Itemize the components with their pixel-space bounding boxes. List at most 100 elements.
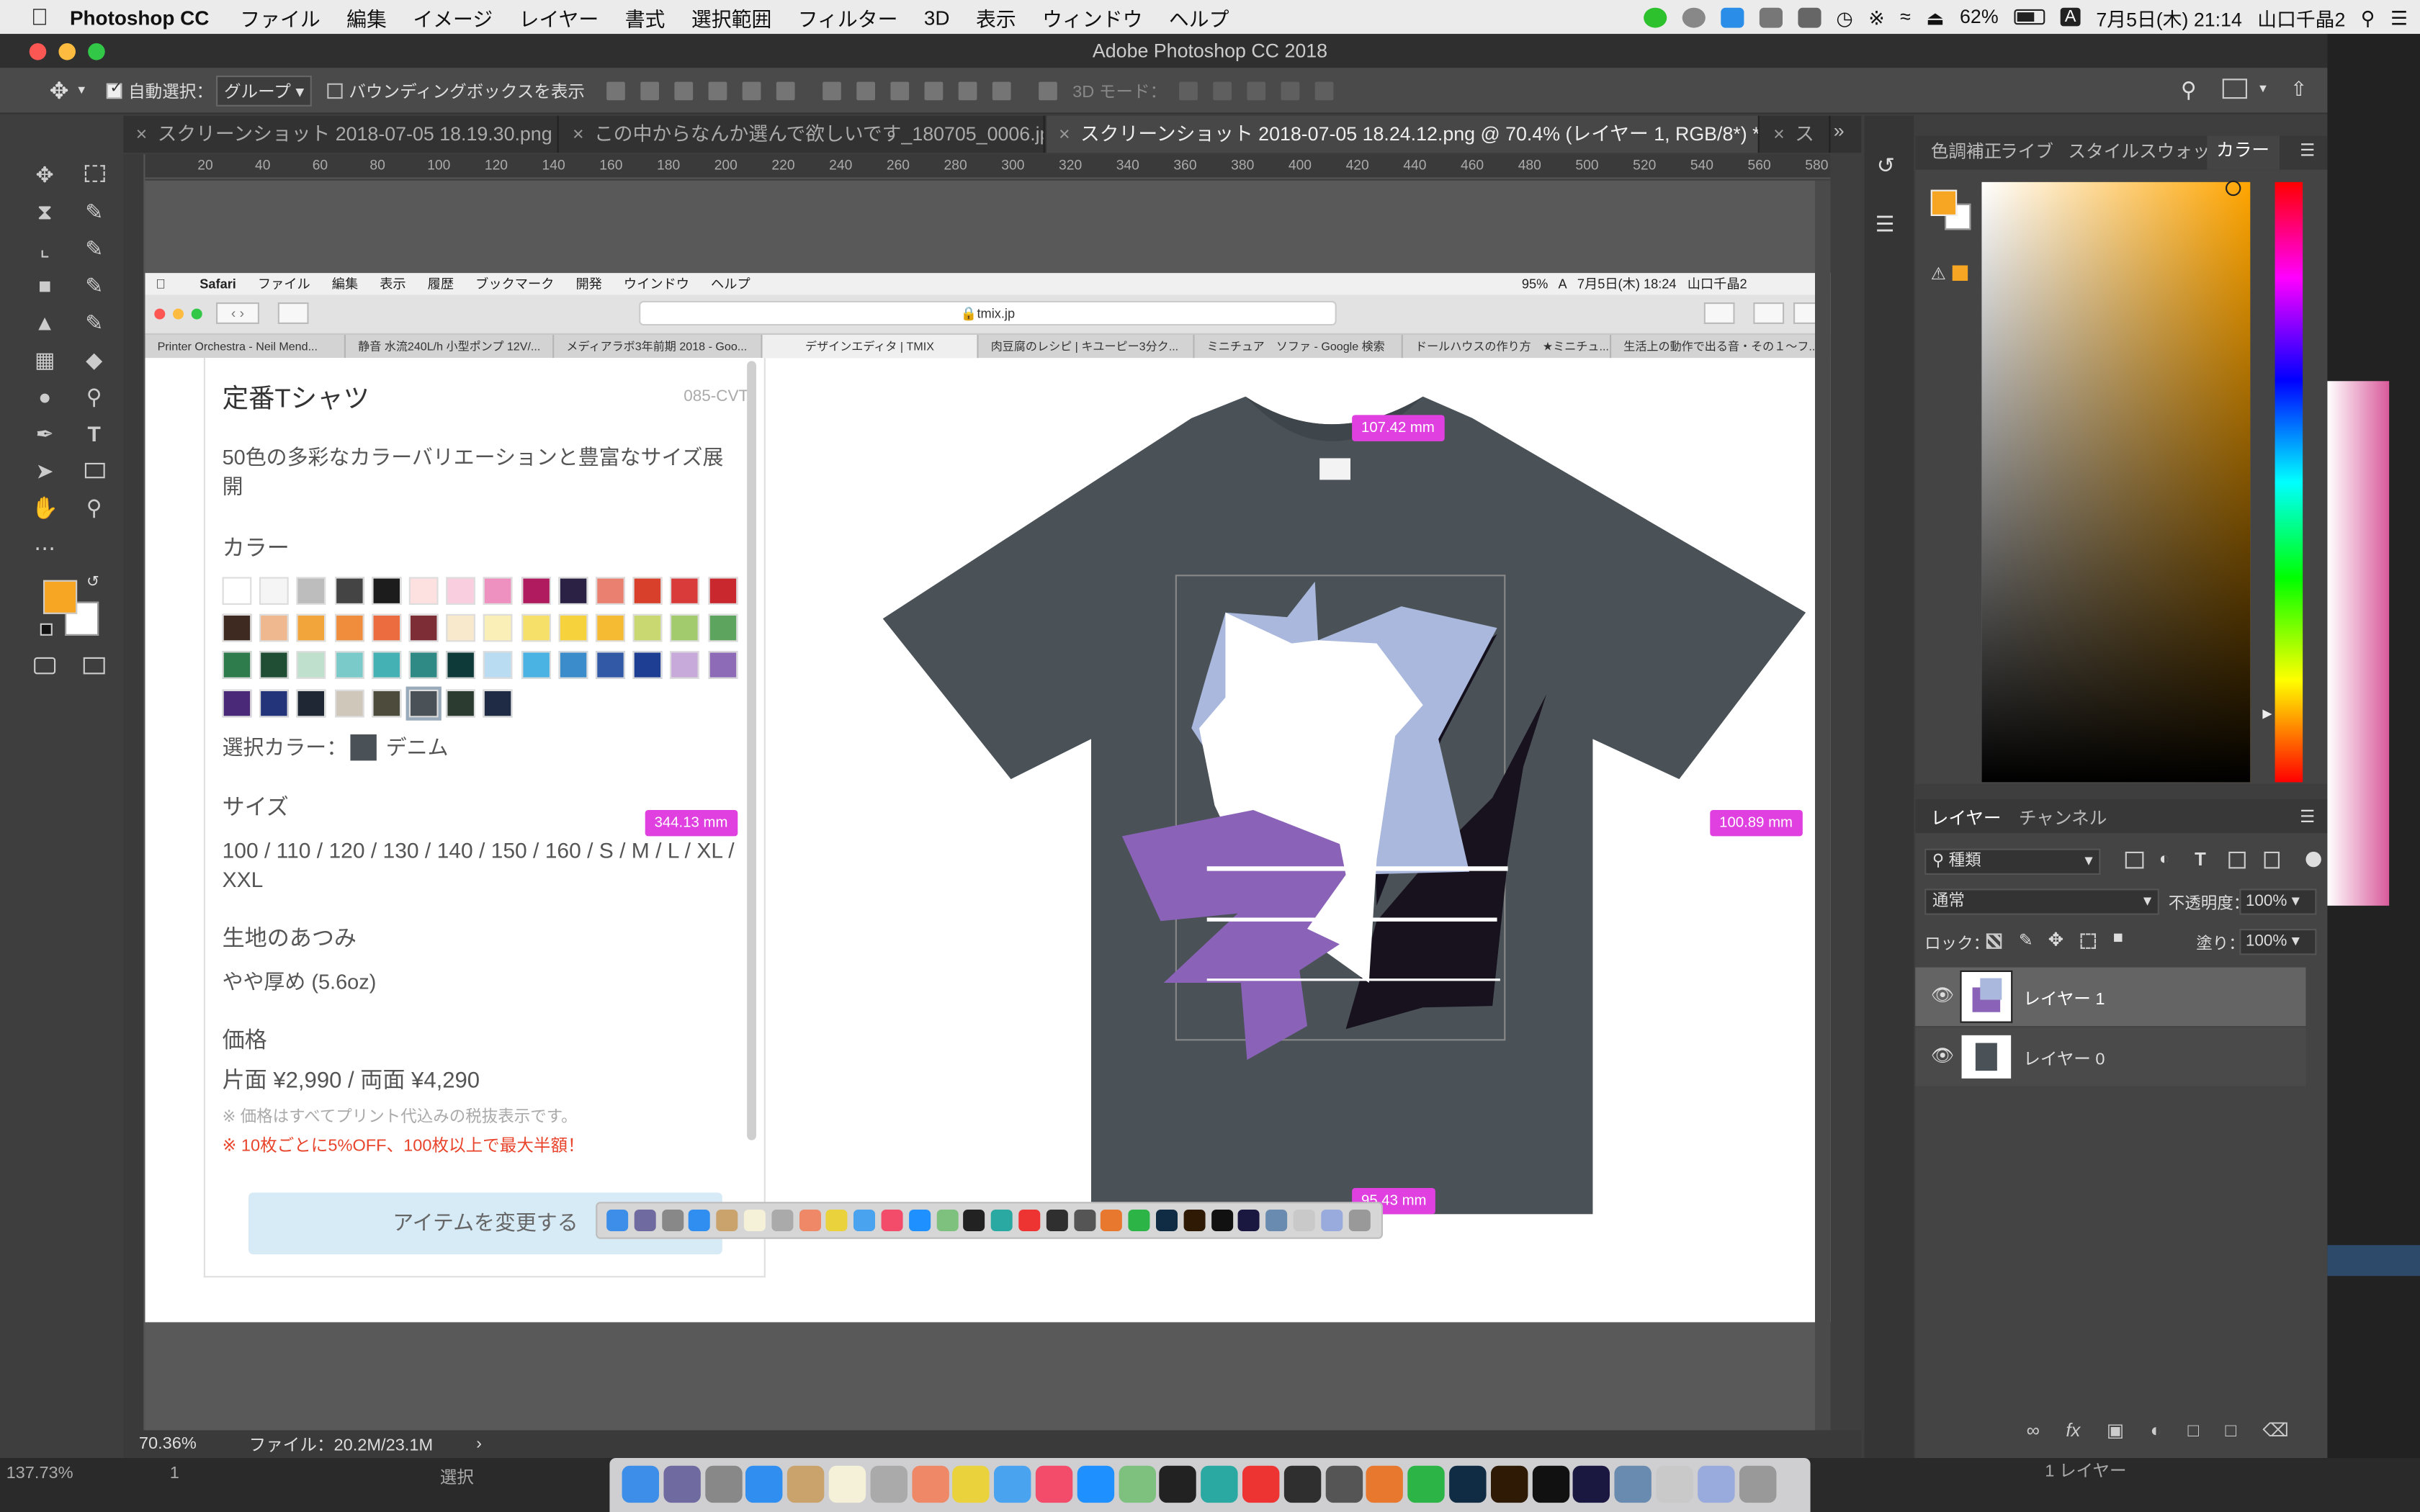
filter-smart-object-icon[interactable] xyxy=(2264,851,2280,869)
close-tab-icon[interactable]: × xyxy=(136,116,148,153)
tab-swatches[interactable]: スウォッ xyxy=(2139,139,2210,163)
dock-app-icon[interactable] xyxy=(787,1465,825,1503)
quick-select-tool[interactable]: ✎ xyxy=(77,194,111,228)
menu-3d[interactable]: 3D xyxy=(924,6,950,29)
tool-preset-dropdown-icon[interactable]: ▾ xyxy=(78,82,85,99)
bluetooth-icon[interactable]: ※ xyxy=(1868,6,1884,29)
distribute-right-icon[interactable] xyxy=(992,81,1011,100)
align-bottom-icon[interactable] xyxy=(674,81,694,100)
align-vcenter-icon[interactable] xyxy=(640,81,659,100)
tab-styles[interactable]: スタイル xyxy=(2068,139,2139,163)
apple-icon[interactable]:  xyxy=(31,4,48,30)
search-icon[interactable]: ⚲ xyxy=(2181,77,2197,103)
dock-app-icon[interactable] xyxy=(622,1465,659,1503)
rectangle-tool[interactable] xyxy=(77,454,111,487)
rw-icon[interactable] xyxy=(1797,6,1821,27)
close-tab-icon[interactable]: × xyxy=(573,116,584,153)
saturation-brightness-field[interactable] xyxy=(1981,181,2251,783)
pen-tool[interactable]: ✒ xyxy=(28,417,62,451)
dock-app-icon[interactable] xyxy=(994,1465,1031,1503)
foreground-color[interactable] xyxy=(43,580,78,614)
tab-color[interactable]: カラー xyxy=(2207,135,2279,170)
quick-mask-icon[interactable] xyxy=(34,657,56,675)
dropbox-icon[interactable] xyxy=(1759,6,1783,27)
delete-layer-icon[interactable]: ⌫ xyxy=(2262,1419,2288,1441)
link-layers-icon[interactable]: ∞ xyxy=(2027,1419,2040,1441)
distribute-left-icon[interactable] xyxy=(924,81,944,100)
layer-row[interactable]: 👁 レイヤー 0 xyxy=(1915,1027,2306,1086)
auto-select-checkbox[interactable]: ✓ xyxy=(107,79,122,99)
lock-position-icon[interactable]: ✥ xyxy=(2048,929,2064,950)
new-layer-icon[interactable]: □ xyxy=(2225,1419,2236,1441)
zoom-tool[interactable]: ⚲ xyxy=(77,490,111,524)
menu-edit[interactable]: 編集 xyxy=(346,2,387,32)
hue-slider[interactable] xyxy=(2275,181,2303,783)
dock-app-icon[interactable] xyxy=(704,1465,742,1503)
dock-app-icon[interactable] xyxy=(1242,1465,1280,1503)
layers-panel-menu-icon[interactable]: ☰ xyxy=(2300,807,2315,827)
dock-app-icon[interactable] xyxy=(745,1465,784,1503)
auto-select-dropdown[interactable]: グループ ▾ xyxy=(216,74,312,106)
status-menu-arrow-icon[interactable]: › xyxy=(476,1435,482,1454)
move-tool[interactable]: ✥ xyxy=(28,158,62,192)
bounding-box-checkbox[interactable] xyxy=(327,82,343,99)
doc-tab[interactable]: × ス xyxy=(1761,115,1831,153)
workspace-icon[interactable] xyxy=(2222,78,2247,99)
3d-orbit-icon[interactable] xyxy=(1179,81,1198,100)
align-hcenter-icon[interactable] xyxy=(742,81,761,100)
hand-tool[interactable]: ✋ xyxy=(28,490,62,524)
distribute-bottom-icon[interactable] xyxy=(890,81,910,100)
battery-icon[interactable] xyxy=(2014,9,2045,25)
3d-roll-icon[interactable] xyxy=(1213,81,1232,100)
dock-app-icon[interactable] xyxy=(1201,1465,1238,1503)
lock-all-icon[interactable]: ■ xyxy=(2113,929,2123,948)
3d-scale-icon[interactable] xyxy=(1314,81,1334,100)
hue-slider-handle-icon[interactable]: ▶ xyxy=(2262,706,2272,720)
dock-app-icon[interactable] xyxy=(1325,1465,1363,1503)
lasso-tool[interactable]: ⧗ xyxy=(28,194,62,228)
3d-drag-icon[interactable] xyxy=(1247,81,1266,100)
dock-app-icon[interactable] xyxy=(1614,1465,1652,1503)
clone-stamp-tool[interactable]: ▲ xyxy=(28,305,62,339)
line-icon[interactable] xyxy=(1643,6,1667,27)
tab-channels[interactable]: チャンネル xyxy=(2019,806,2107,830)
time-machine-icon[interactable]: ◷ xyxy=(1836,6,1852,29)
cloud-icon[interactable] xyxy=(1720,6,1744,27)
doc-tab[interactable]: × この中からなんか選んで欲しいです_180705_0006.jpg xyxy=(560,115,1045,153)
share-icon[interactable]: ⇧ xyxy=(2290,77,2307,102)
canvas-area[interactable]:  Safari ファイル 編集 表示 履歴 ブックマーク 開発 ウインドウ ヘ… xyxy=(145,180,1831,1458)
menu-file[interactable]: ファイル xyxy=(240,2,320,32)
distribute-top-icon[interactable] xyxy=(823,81,841,100)
dock-app-icon[interactable] xyxy=(1490,1465,1528,1503)
path-select-tool[interactable]: ➤ xyxy=(28,454,62,487)
eye-tracker-icon[interactable] xyxy=(1682,6,1706,27)
tab-libraries[interactable]: ライブ xyxy=(2000,139,2053,163)
adjustment-layer-icon[interactable]: ◐ xyxy=(2151,1419,2162,1441)
dock-app-icon[interactable] xyxy=(1035,1465,1073,1503)
move-tool-icon[interactable]: ✥ xyxy=(50,76,69,104)
dock-app-icon[interactable] xyxy=(1656,1465,1693,1503)
close-tab-icon[interactable]: × xyxy=(1773,116,1785,153)
dock-app-icon[interactable] xyxy=(1573,1465,1610,1503)
eraser-tool[interactable]: ▦ xyxy=(28,343,62,377)
new-group-icon[interactable]: □ xyxy=(2188,1419,2200,1441)
filter-shape-icon[interactable] xyxy=(2228,851,2246,869)
filter-toggle-icon[interactable] xyxy=(2305,851,2321,868)
menu-help[interactable]: ヘルプ xyxy=(1169,2,1229,32)
brush-tool[interactable]: ✎ xyxy=(77,269,111,302)
gamut-warning-icon[interactable]: ⚠ xyxy=(1931,264,1946,284)
3d-slide-icon[interactable] xyxy=(1281,81,1300,100)
dock-app-icon[interactable] xyxy=(1283,1465,1321,1503)
lock-image-icon[interactable]: ✎ xyxy=(2019,930,2033,950)
dock-app-icon[interactable] xyxy=(911,1465,949,1503)
filter-adjustment-icon[interactable]: ◐ xyxy=(2159,850,2169,869)
doc-tab-active[interactable]: × スクリーンショット 2018-07-05 18.24.12.png @ 70.… xyxy=(1046,115,1760,153)
dock-app-icon[interactable] xyxy=(1118,1465,1156,1503)
dock-app-icon[interactable] xyxy=(952,1465,990,1503)
distribute-hcenter-icon[interactable] xyxy=(958,81,977,100)
fg-color-swatch[interactable] xyxy=(1930,189,1958,216)
dock-app-icon[interactable] xyxy=(1077,1465,1114,1503)
blur-tool[interactable]: ● xyxy=(28,379,62,413)
datetime[interactable]: 7月5日(木) 21:14 xyxy=(2096,2,2241,32)
opacity-field[interactable]: 100% ▾ xyxy=(2239,888,2317,915)
